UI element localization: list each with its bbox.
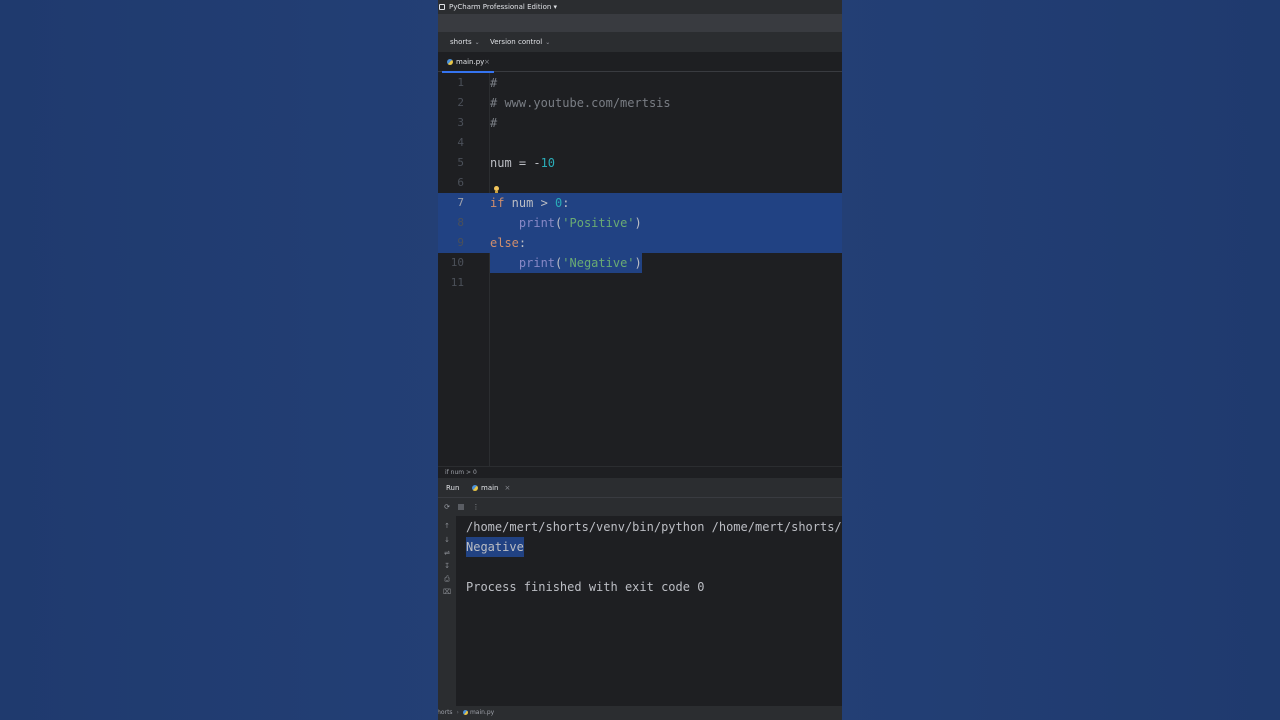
status-file[interactable]: main.py: [470, 709, 494, 716]
console-line-selected: Negative: [466, 537, 524, 557]
code-text: #: [490, 113, 497, 133]
run-tool-window-header: Run main ×: [438, 478, 842, 498]
stop-icon[interactable]: [458, 504, 464, 510]
code-line[interactable]: 8 print('Positive'): [438, 213, 842, 233]
code-text: #: [490, 73, 497, 93]
more-options-icon[interactable]: ⋮: [472, 503, 480, 511]
line-number[interactable]: 7: [438, 193, 464, 213]
project-selector[interactable]: shorts ⌄: [450, 38, 480, 47]
run-tab-main[interactable]: main ×: [472, 478, 510, 498]
code-line[interactable]: 1 #: [438, 73, 842, 93]
line-number[interactable]: 6: [438, 173, 464, 193]
code-text: # www.youtube.com/mertsis: [490, 93, 671, 113]
code-token: :: [518, 236, 527, 250]
line-number[interactable]: 4: [438, 133, 464, 153]
clear-all-icon[interactable]: ⌧: [443, 588, 451, 596]
chevron-right-icon: ›: [456, 709, 459, 716]
run-console[interactable]: /home/mert/shorts/venv/bin/python /home/…: [456, 516, 842, 706]
project-name: shorts: [450, 38, 472, 46]
status-project[interactable]: shorts: [438, 709, 453, 716]
line-number[interactable]: 8: [438, 213, 464, 233]
scroll-to-end-icon[interactable]: ↧: [443, 562, 451, 570]
run-side-toolbar: ↑ ↓ ⇌ ↧ ⎙ ⌧: [438, 516, 456, 706]
code-line[interactable]: 11: [438, 273, 842, 293]
run-toolbar: ⟳ ⋮: [438, 498, 842, 516]
chevron-down-icon: ⌄: [474, 39, 480, 46]
lightbulb-icon[interactable]: [494, 186, 499, 193]
code-token: # www.youtube.com/mertsis: [490, 96, 671, 110]
run-tool-label[interactable]: Run: [446, 484, 459, 492]
close-icon[interactable]: ×: [505, 484, 511, 492]
project-bar: shorts ⌄ Version control ⌄: [438, 32, 842, 52]
rerun-icon[interactable]: ⟳: [443, 503, 451, 511]
code-line[interactable]: 4: [438, 133, 842, 153]
console-line: Process finished with exit code 0: [466, 580, 705, 594]
line-number[interactable]: 3: [438, 113, 464, 133]
scroll-down-icon[interactable]: ↓: [443, 536, 451, 544]
pycharm-window: PyCharm Professional Edition ▾ shorts ⌄ V…: [438, 0, 842, 720]
console-line: /home/mert/shorts/venv/bin/python /home/…: [466, 520, 842, 534]
code-line[interactable]: 9 else:: [438, 233, 842, 253]
code-token: 'Positive': [562, 216, 635, 230]
line-number[interactable]: 1: [438, 73, 464, 93]
code-line[interactable]: 6: [438, 173, 842, 193]
title-bar: PyCharm Professional Edition ▾: [438, 0, 842, 14]
code-line[interactable]: 5 num = -10: [438, 153, 842, 173]
python-file-icon: [462, 710, 468, 715]
code-line[interactable]: 3 #: [438, 113, 842, 133]
code-token: else: [490, 236, 519, 250]
editor-tab-bar: main.py ×: [438, 52, 842, 73]
code-token: if: [490, 196, 505, 210]
vcs-selector[interactable]: Version control ⌄: [490, 38, 550, 47]
statusbar-breadcrumb[interactable]: shorts› main.py: [438, 706, 494, 720]
code-text: else:: [490, 233, 526, 253]
code-text: if num > 0:: [490, 193, 570, 213]
scroll-up-icon[interactable]: ↑: [443, 522, 451, 530]
pycharm-logo-icon: [439, 4, 445, 10]
vcs-label: Version control: [490, 38, 543, 46]
code-token: ): [634, 216, 642, 230]
line-number[interactable]: 2: [438, 93, 464, 113]
code-text: print('Positive'): [490, 213, 642, 233]
code-token: 'Negative': [562, 256, 635, 270]
python-file-icon: [447, 59, 453, 65]
window-title[interactable]: PyCharm Professional Edition ▾: [449, 0, 557, 14]
status-bar: shorts› main.py: [438, 706, 842, 720]
code-line[interactable]: 7 if num > 0:: [438, 193, 842, 213]
soft-wrap-icon[interactable]: ⇌: [443, 549, 451, 557]
code-line[interactable]: 10 print('Negative'): [438, 253, 842, 273]
chevron-down-icon: ⌄: [545, 39, 551, 46]
code-line[interactable]: 2 # www.youtube.com/mertsis: [438, 93, 842, 113]
close-icon[interactable]: ×: [484, 52, 490, 72]
python-file-icon: [472, 485, 478, 491]
code-token: :: [562, 196, 570, 210]
code-token: print: [518, 216, 556, 230]
main-toolbar: [438, 14, 842, 32]
code-token: 10: [540, 156, 556, 170]
code-token: ): [634, 256, 642, 270]
code-token: num >: [504, 196, 556, 210]
code-token: print: [518, 256, 556, 270]
line-number[interactable]: 10: [438, 253, 464, 273]
tab-main-py[interactable]: main.py ×: [442, 52, 494, 73]
code-text: print('Negative'): [490, 253, 642, 273]
code-token: num = -: [490, 156, 541, 170]
code-editor[interactable]: 1 #2 # www.youtube.com/mertsis 3 #4 5 num = -1…: [438, 73, 842, 466]
code-text: num = -10: [490, 153, 555, 173]
line-number[interactable]: 11: [438, 273, 464, 293]
breadcrumb[interactable]: if num > 0: [438, 466, 842, 478]
run-tab-label: main: [481, 484, 499, 492]
line-number[interactable]: 9: [438, 233, 464, 253]
line-number[interactable]: 5: [438, 153, 464, 173]
print-icon[interactable]: ⎙: [443, 575, 451, 583]
tab-label: main.py: [456, 58, 485, 66]
code-token: #: [490, 76, 498, 90]
code-token: #: [490, 116, 498, 130]
